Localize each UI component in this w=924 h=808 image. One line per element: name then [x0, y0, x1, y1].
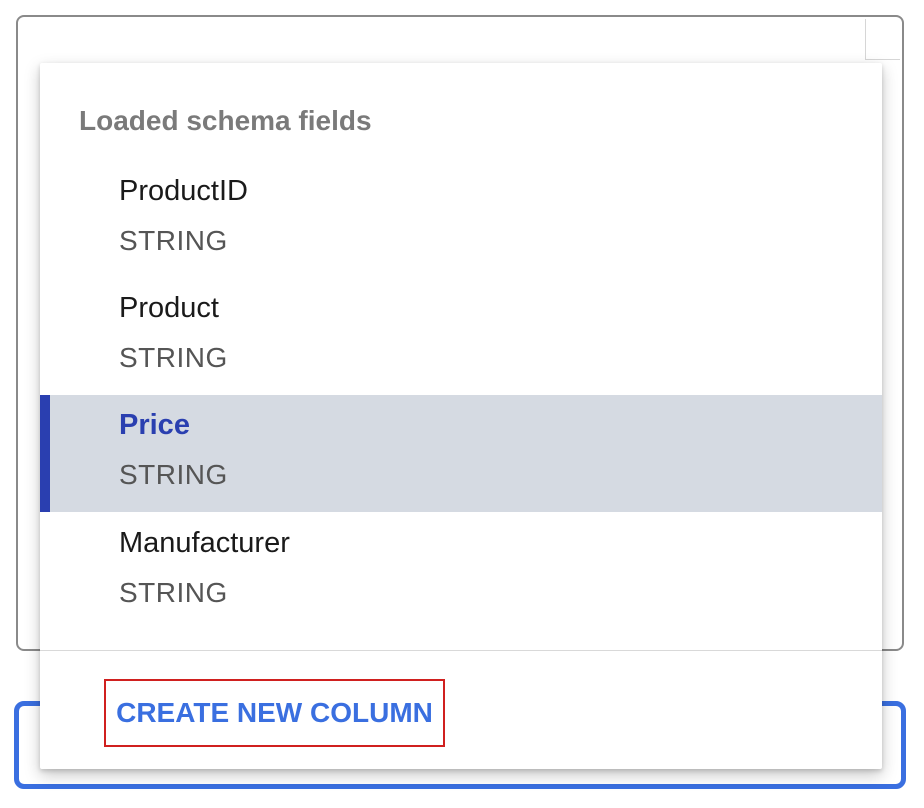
option-name: Product — [119, 292, 219, 324]
option-name: Price — [119, 409, 190, 441]
page: Loaded schema fields ProductID STRING Pr… — [0, 0, 924, 808]
option-product[interactable]: Product STRING — [40, 278, 882, 395]
option-price[interactable]: Price STRING — [40, 395, 882, 512]
scrollbar[interactable] — [865, 19, 900, 60]
divider — [40, 650, 882, 651]
option-manufacturer[interactable]: Manufacturer STRING — [40, 513, 882, 630]
schema-fields-dropdown: Loaded schema fields ProductID STRING Pr… — [40, 63, 882, 769]
option-name: ProductID — [119, 175, 248, 207]
option-type: STRING — [119, 459, 228, 490]
option-name: Manufacturer — [119, 527, 290, 559]
create-new-column-button[interactable]: CREATE NEW COLUMN — [104, 679, 445, 747]
section-header: Loaded schema fields — [79, 105, 372, 136]
option-type: STRING — [119, 225, 228, 256]
option-type: STRING — [119, 342, 228, 373]
option-type: STRING — [119, 577, 228, 608]
option-productid[interactable]: ProductID STRING — [40, 161, 882, 278]
